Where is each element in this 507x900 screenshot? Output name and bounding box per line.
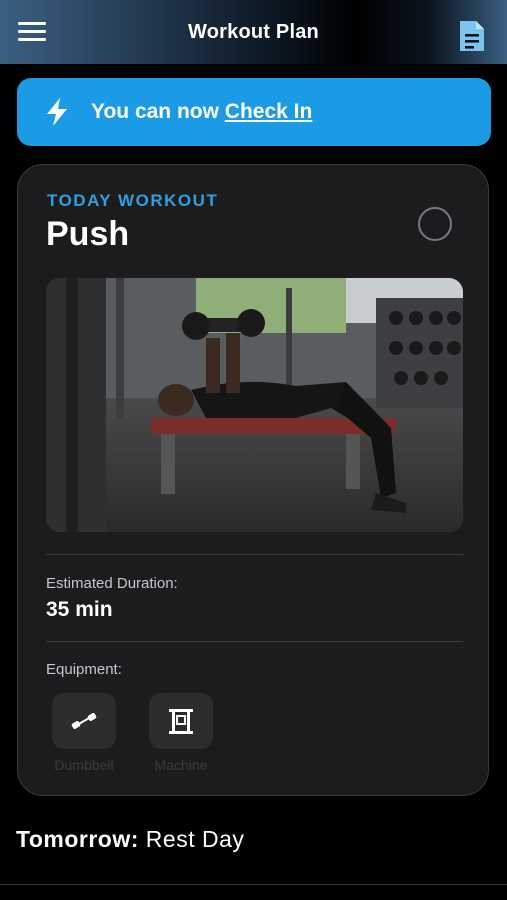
duration-label: Estimated Duration: [46, 575, 178, 592]
workout-kicker: TODAY WORKOUT [47, 191, 219, 210]
bottom-divider [0, 884, 507, 885]
workout-photo [46, 278, 463, 532]
machine-icon [169, 709, 193, 734]
machine-tile [149, 693, 213, 749]
check-in-banner[interactable]: You can now Check In [17, 78, 491, 146]
duration-value: 35 min [46, 598, 113, 621]
workout-name: Push [46, 215, 130, 253]
completion-checkbox[interactable] [418, 207, 452, 241]
equipment-caption: Machine [154, 757, 208, 773]
dumbbell-icon [71, 713, 97, 729]
dumbbell-tile [52, 693, 116, 749]
equipment-label: Equipment: [46, 661, 122, 678]
document-icon[interactable] [457, 19, 487, 53]
equipment-caption: Dumbbell [54, 757, 114, 773]
today-workout-card[interactable]: TODAY WORKOUT Push Estimated Duration: 3… [17, 164, 489, 796]
section-divider [46, 641, 463, 642]
hamburger-menu-icon[interactable] [18, 22, 48, 44]
lightning-bolt-icon [47, 98, 67, 126]
tomorrow-value: Rest Day [145, 826, 245, 852]
section-divider [46, 554, 463, 555]
banner-prefix: You can now [91, 100, 225, 123]
check-in-link[interactable]: Check In [225, 100, 313, 123]
page-title: Workout Plan [188, 20, 319, 43]
tomorrow-label: Tomorrow: [16, 826, 139, 852]
app-header: Workout Plan [0, 0, 507, 64]
tomorrow-row: Tomorrow: Rest Day [16, 826, 244, 853]
equipment-item-dumbbell[interactable]: Dumbbell [47, 693, 121, 773]
check-in-text: You can now Check In [91, 100, 312, 124]
equipment-item-machine[interactable]: Machine [144, 693, 218, 773]
